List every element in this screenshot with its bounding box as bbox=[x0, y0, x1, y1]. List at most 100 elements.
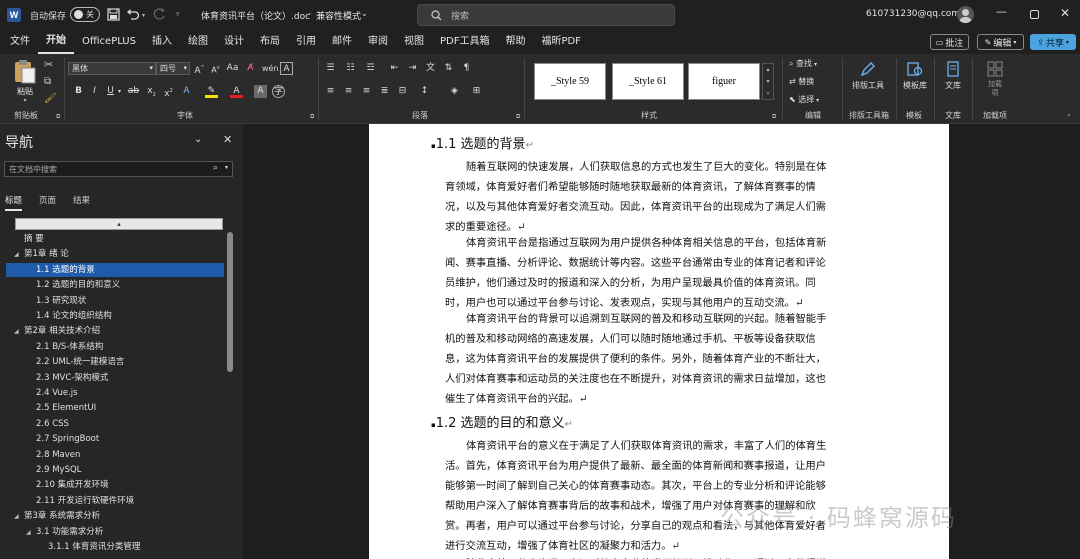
nav-heading-item[interactable]: ◢ 第1章 绪 论 bbox=[6, 247, 224, 261]
chevron-down-icon[interactable]: ▾ bbox=[116, 85, 123, 98]
nav-heading-item[interactable]: ◢ 3.1 功能需求分析 bbox=[6, 525, 224, 539]
redo-icon[interactable] bbox=[153, 8, 166, 21]
copy-icon[interactable]: ⧉ bbox=[44, 76, 51, 87]
select-button[interactable]: ⬉ 选择 ▾ bbox=[789, 94, 819, 105]
expand-triangle-icon[interactable]: ◢ bbox=[26, 526, 36, 540]
align-right-icon[interactable]: ≡ bbox=[360, 85, 373, 98]
dialog-launcher-icon[interactable]: ⧉ bbox=[772, 113, 776, 121]
tab-officeplus[interactable]: OfficePLUS bbox=[74, 30, 144, 54]
enclose-char-icon[interactable]: 字 bbox=[272, 85, 285, 98]
nav-heading-item[interactable]: 2.4 Vue.js bbox=[6, 386, 224, 400]
nav-heading-item[interactable]: 3.1.1 体育资讯分类管理 bbox=[6, 540, 224, 554]
nav-heading-item[interactable]: 2.7 SpringBoot bbox=[6, 432, 224, 446]
nav-heading-item[interactable]: 1.3 研究现状 bbox=[6, 294, 224, 308]
nav-scrollbar[interactable] bbox=[227, 232, 233, 372]
style-card-figuer[interactable]: figuer bbox=[688, 63, 760, 100]
nav-tab-pages[interactable]: 页面 bbox=[39, 194, 56, 206]
expand-triangle-icon[interactable]: ◢ bbox=[14, 325, 24, 339]
nav-heading-item[interactable]: 2.10 集成开发环境 bbox=[6, 478, 224, 492]
tab-layout[interactable]: 布局 bbox=[252, 30, 288, 54]
dialog-launcher-icon[interactable]: ⧉ bbox=[516, 113, 520, 121]
search-icon[interactable]: ⌕ bbox=[213, 163, 218, 173]
tab-help[interactable]: 帮助 bbox=[497, 30, 533, 54]
comments-button[interactable]: ▭ 批注 bbox=[930, 34, 969, 50]
tab-insert[interactable]: 插入 bbox=[144, 30, 180, 54]
text-effects-icon[interactable]: A bbox=[180, 85, 193, 98]
chinese-layout-icon[interactable]: 文 bbox=[424, 62, 437, 75]
nav-heading-item[interactable]: 2.8 Maven bbox=[6, 448, 224, 462]
chevron-down-icon[interactable]: ▾ bbox=[225, 164, 228, 171]
compat-mode[interactable]: 兼容性模式 bbox=[316, 9, 361, 22]
autosave-toggle[interactable]: 关 bbox=[70, 7, 100, 22]
addins-button[interactable]: 加载项 bbox=[980, 58, 1010, 98]
undo-icon[interactable] bbox=[126, 8, 140, 21]
bullets-icon[interactable]: ☰ bbox=[324, 62, 337, 75]
share-button[interactable]: ⇪ 共享 ▾ bbox=[1030, 34, 1076, 50]
shading-fill-icon[interactable]: ◈ bbox=[448, 85, 461, 98]
nav-heading-item[interactable]: 2.5 ElementUI bbox=[6, 401, 224, 415]
nav-tab-results[interactable]: 结果 bbox=[73, 194, 90, 206]
expand-triangle-icon[interactable]: ◢ bbox=[14, 248, 24, 262]
document-page[interactable]: ▪1.1 选题的背景↵ 随着互联网的快速发展，人们获取信息的方式也发生了巨大的变… bbox=[369, 124, 949, 559]
nav-heading-item[interactable]: 摘 要 bbox=[6, 232, 224, 246]
customize-qat-icon[interactable]: ▿ bbox=[176, 10, 180, 18]
shrink-font-icon[interactable]: Av bbox=[209, 62, 222, 75]
nav-heading-item[interactable]: 2.6 CSS bbox=[6, 417, 224, 431]
save-icon[interactable] bbox=[107, 8, 120, 21]
decrease-indent-icon[interactable]: ⇤ bbox=[388, 62, 401, 75]
tab-home[interactable]: 开始 bbox=[38, 30, 74, 54]
align-center-icon[interactable]: ≡ bbox=[342, 85, 355, 98]
nav-search-input[interactable]: 在文档中搜索 ⌕ ▾ bbox=[4, 161, 233, 177]
highlight-icon[interactable]: ✎ bbox=[205, 85, 218, 98]
clear-format-icon[interactable]: A̸ bbox=[244, 62, 257, 75]
align-left-icon[interactable]: ≡ bbox=[324, 85, 337, 98]
editing-mode-button[interactable]: ✎ 编辑 ▾ bbox=[977, 34, 1024, 50]
dialog-launcher-icon[interactable]: ⧉ bbox=[56, 113, 60, 121]
style-card-59[interactable]: _Style 59 bbox=[534, 63, 606, 100]
nav-heading-item[interactable]: 1.4 论文的组织结构 bbox=[6, 309, 224, 323]
justify-icon[interactable]: ≣ bbox=[378, 85, 391, 98]
tab-mailings[interactable]: 邮件 bbox=[324, 30, 360, 54]
font-color-icon[interactable]: A bbox=[230, 85, 243, 98]
style-card-61[interactable]: _Style 61 bbox=[612, 63, 684, 100]
styles-scroll[interactable]: ▴ ▾ ▿ bbox=[762, 63, 774, 100]
replace-button[interactable]: ⇄ 替换 bbox=[789, 76, 814, 87]
nav-collapse-bar[interactable]: ▴ bbox=[15, 218, 223, 230]
tab-references[interactable]: 引用 bbox=[288, 30, 324, 54]
nav-heading-item[interactable]: 1.1 选题的背景 bbox=[6, 262, 224, 277]
tab-design[interactable]: 设计 bbox=[216, 30, 252, 54]
chevron-down-icon[interactable]: ⌄ bbox=[1066, 110, 1072, 118]
nav-heading-item[interactable]: 2.2 UML-统一建模语言 bbox=[6, 355, 224, 369]
nav-heading-item[interactable]: 2.11 开发运行软硬件环境 bbox=[6, 494, 224, 508]
chevron-down-icon[interactable]: ⌄ bbox=[194, 134, 202, 145]
grow-font-icon[interactable]: A^ bbox=[193, 62, 206, 76]
minimize-icon[interactable]: — bbox=[996, 5, 1007, 18]
borders-icon[interactable]: ⊞ bbox=[470, 85, 483, 98]
tab-foxit-pdf[interactable]: 福昕PDF bbox=[533, 30, 588, 54]
nav-heading-item[interactable]: 2.3 MVC-架构模式 bbox=[6, 371, 224, 385]
numbering-icon[interactable]: ☷ bbox=[344, 62, 357, 75]
search-box[interactable]: 搜索 bbox=[417, 4, 675, 26]
close-icon[interactable]: ✕ bbox=[223, 133, 232, 146]
format-painter-icon[interactable]: 🖌 bbox=[44, 93, 57, 104]
nav-heading-item[interactable]: ◢ 第2章 相关技术介绍 bbox=[6, 324, 224, 338]
close-window-icon[interactable]: ✕ bbox=[1060, 6, 1070, 20]
nav-heading-item[interactable]: ◢ 第3章 系统需求分析 bbox=[6, 509, 224, 523]
tab-review[interactable]: 审阅 bbox=[360, 30, 396, 54]
tab-draw[interactable]: 绘图 bbox=[180, 30, 216, 54]
tab-file[interactable]: 文件 bbox=[2, 30, 38, 54]
account-email[interactable]: 610731230@qq.com bbox=[866, 9, 960, 19]
nav-heading-item[interactable]: 1.2 选题的目的和意义 bbox=[6, 278, 224, 292]
multilevel-list-icon[interactable]: ☲ bbox=[364, 62, 377, 75]
tab-view[interactable]: 视图 bbox=[396, 30, 432, 54]
sort-icon[interactable]: ⇅ bbox=[442, 62, 455, 75]
increase-indent-icon[interactable]: ⇥ bbox=[406, 62, 419, 75]
strikethrough-icon[interactable]: ab bbox=[127, 85, 140, 98]
bold-icon[interactable]: B bbox=[72, 85, 85, 98]
tab-pdf-toolbox[interactable]: PDF工具箱 bbox=[432, 30, 497, 54]
nav-heading-item[interactable]: 2.1 B/S-体系结构 bbox=[6, 340, 224, 354]
template-library-button[interactable]: 模板库 bbox=[899, 58, 931, 91]
show-marks-icon[interactable]: ¶ bbox=[460, 62, 473, 75]
shading-icon[interactable]: A bbox=[254, 85, 267, 98]
superscript-icon[interactable]: x2 bbox=[162, 85, 175, 99]
